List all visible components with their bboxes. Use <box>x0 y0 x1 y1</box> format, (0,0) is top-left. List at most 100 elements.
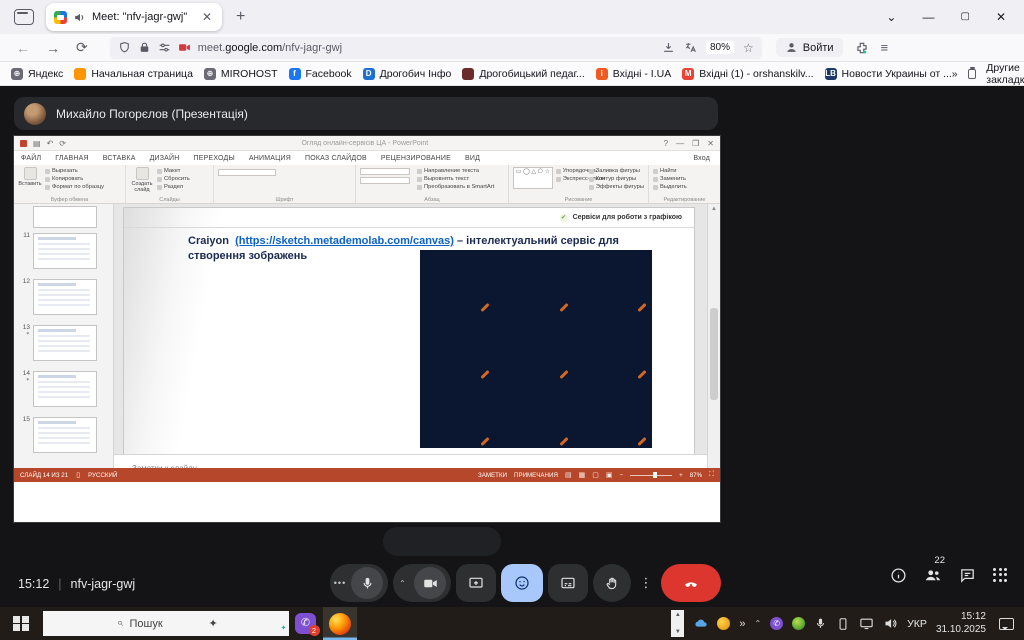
ppt-restore-icon[interactable]: ❐ <box>692 139 699 148</box>
lock-icon[interactable] <box>138 41 151 54</box>
taskbar-scroll[interactable]: ▲▼ <box>671 610 684 637</box>
font-name-field[interactable] <box>218 169 276 176</box>
camera-in-use-icon[interactable] <box>178 41 191 54</box>
slide-thumbnail[interactable]: 14✶ <box>20 371 109 407</box>
slide-thumbnail[interactable]: 11 <box>20 233 109 269</box>
browser-signin-button[interactable]: Войти <box>776 38 843 57</box>
browser-tab[interactable]: Meet: "nfv-jagr-gwj" ✕ <box>46 3 222 31</box>
present-button[interactable] <box>456 564 496 602</box>
ribbon-button[interactable]: Выделить <box>653 184 687 190</box>
captions-button[interactable] <box>548 564 588 602</box>
ribbon-button[interactable]: Найти <box>653 168 687 174</box>
new-slide-button[interactable]: Создать слайд <box>130 167 154 195</box>
ppt-close-icon[interactable]: ✕ <box>707 139 714 148</box>
redo-icon[interactable]: ⟳ <box>59 139 66 148</box>
viber-tray-icon[interactable]: ✆ <box>770 617 783 630</box>
shield-icon[interactable] <box>118 41 131 54</box>
translate-icon[interactable] <box>684 41 697 54</box>
chat-icon[interactable] <box>959 567 976 584</box>
ppt-signin-link[interactable]: Вход <box>683 151 720 165</box>
slideshow-icon[interactable]: ▣ <box>606 471 613 479</box>
tab-close-icon[interactable]: ✕ <box>200 10 214 24</box>
url-bar[interactable]: meet.google.com/nfv-jagr-gwj 80% ☆ <box>110 37 762 59</box>
meeting-info-icon[interactable] <box>890 567 907 584</box>
permissions-icon[interactable] <box>158 41 171 54</box>
camera-options-icon[interactable]: ⌃ <box>393 579 413 588</box>
slide-thumbnail-partial[interactable] <box>33 206 97 228</box>
normal-view-icon[interactable]: ▤ <box>565 471 572 479</box>
quick-styles-button[interactable]: Экспресс-стили <box>556 176 586 182</box>
other-bookmarks-button[interactable]: Другие закладки <box>986 62 1024 86</box>
forward-button[interactable]: → <box>46 40 60 56</box>
ribbon-button[interactable]: Заливка фигуры <box>589 168 644 174</box>
bookmark-item[interactable]: D Дрогобич Інфо <box>363 68 452 80</box>
mic-button[interactable]: ••• <box>330 564 388 602</box>
align-buttons[interactable] <box>360 177 410 184</box>
zoom-percent[interactable]: 87% <box>690 472 702 479</box>
fit-slide-icon[interactable]: ⛶ <box>709 471 714 479</box>
slide-thumbnail[interactable]: 15 <box>20 417 109 453</box>
new-tab-button[interactable]: + <box>236 8 245 26</box>
ppt-help-icon[interactable]: ? <box>664 139 668 148</box>
powerpoint-window[interactable]: ▤↶⟳ Огляд онлайн-сервісів ЦА - PowerPoin… <box>14 136 720 522</box>
extensions-icon[interactable] <box>855 41 869 55</box>
notification-center-icon[interactable] <box>999 618 1014 630</box>
tab-audio-icon[interactable] <box>73 11 86 24</box>
ppt-ribbon-tab[interactable]: ВСТАВКА <box>96 151 143 165</box>
ribbon-button[interactable]: Эффекты фигуры <box>589 184 644 190</box>
bookmarks-overflow-icon[interactable]: » <box>952 68 958 80</box>
phone-link-icon[interactable] <box>836 617 850 631</box>
activities-icon[interactable] <box>993 568 1008 583</box>
ppt-ribbon-tab[interactable]: АНИМАЦИЯ <box>242 151 298 165</box>
scroll-up-icon[interactable]: ▲ <box>675 612 681 618</box>
status-comments-button[interactable]: ПРИМЕЧАНИЯ <box>514 472 558 479</box>
ribbon-button[interactable]: Направление текста <box>417 168 494 174</box>
taskbar-viber[interactable]: ✆2 <box>289 607 323 640</box>
slide-canvas[interactable]: ✔ Сервіси для роботи з графікою Craiyon … <box>124 208 694 454</box>
ppt-ribbon-tab[interactable]: ПОКАЗ СЛАЙДОВ <box>298 151 374 165</box>
list-tabs-icon[interactable]: ⌄ <box>886 11 896 23</box>
mic-options-icon[interactable]: ••• <box>330 578 350 588</box>
undo-icon[interactable]: ↶ <box>47 139 54 148</box>
ribbon-button[interactable]: Преобразовать в SmartArt <box>417 184 494 190</box>
bookmark-item[interactable]: M Вхідні (1) - orshanskilv... <box>682 68 813 80</box>
antivirus-tray-icon[interactable] <box>792 617 805 630</box>
downloads-icon[interactable] <box>662 41 675 54</box>
ppt-ribbon-tab[interactable]: ДИЗАЙН <box>143 151 187 165</box>
participants-button[interactable]: 22 <box>924 566 942 584</box>
close-button[interactable]: ✕ <box>996 11 1006 23</box>
ribbon-button[interactable]: Заменить <box>653 176 687 182</box>
ribbon-button[interactable]: Копировать <box>45 176 104 182</box>
taskbar-search[interactable]: ⌕ Пошук ✦ <box>43 611 289 636</box>
maximize-button[interactable]: ▢ <box>960 12 969 22</box>
bookmark-item[interactable]: f Facebook <box>289 68 352 80</box>
scroll-down-icon[interactable]: ▼ <box>675 629 681 635</box>
onedrive-icon[interactable] <box>693 616 708 631</box>
slide-thumbnail-image[interactable] <box>33 233 97 269</box>
network-icon[interactable] <box>859 616 874 631</box>
taskbar-firefox[interactable] <box>323 607 357 640</box>
save-icon[interactable]: ▤ <box>33 139 41 148</box>
language-switcher[interactable]: УКР <box>907 618 927 630</box>
slide-thumbnail[interactable]: 12 <box>20 279 109 315</box>
ribbon-button[interactable]: Раздел <box>157 184 190 190</box>
ppt-minimize-icon[interactable]: — <box>676 139 684 148</box>
ppt-ribbon-tab[interactable]: ВИД <box>458 151 487 165</box>
slide-thumbnail-image[interactable] <box>33 279 97 315</box>
more-options-button[interactable]: ⋮ <box>636 564 656 602</box>
ppt-ribbon-tab[interactable]: ФАЙЛ <box>14 151 48 165</box>
camera-button[interactable]: ⌃ <box>393 564 451 602</box>
reactions-button[interactable] <box>501 564 543 602</box>
slide-thumbnail-panel[interactable]: 11 12 13✶ 14✶ 15 <box>14 204 114 482</box>
volume-icon[interactable] <box>883 616 898 631</box>
ppt-ribbon-tab[interactable]: ПЕРЕХОДЫ <box>187 151 242 165</box>
zoom-slider[interactable] <box>630 475 672 476</box>
bookmark-star-icon[interactable]: ☆ <box>743 41 754 55</box>
back-button[interactable]: ← <box>16 40 30 56</box>
scrollbar-thumb[interactable] <box>710 308 718 400</box>
sorter-view-icon[interactable]: ▦ <box>579 471 586 479</box>
app-tray-icon[interactable] <box>717 617 730 630</box>
firefox-view-icon[interactable] <box>14 9 34 25</box>
slide-thumbnail-image[interactable] <box>33 325 97 361</box>
bookmark-item[interactable]: LB Новости Украины от ... <box>825 68 952 80</box>
